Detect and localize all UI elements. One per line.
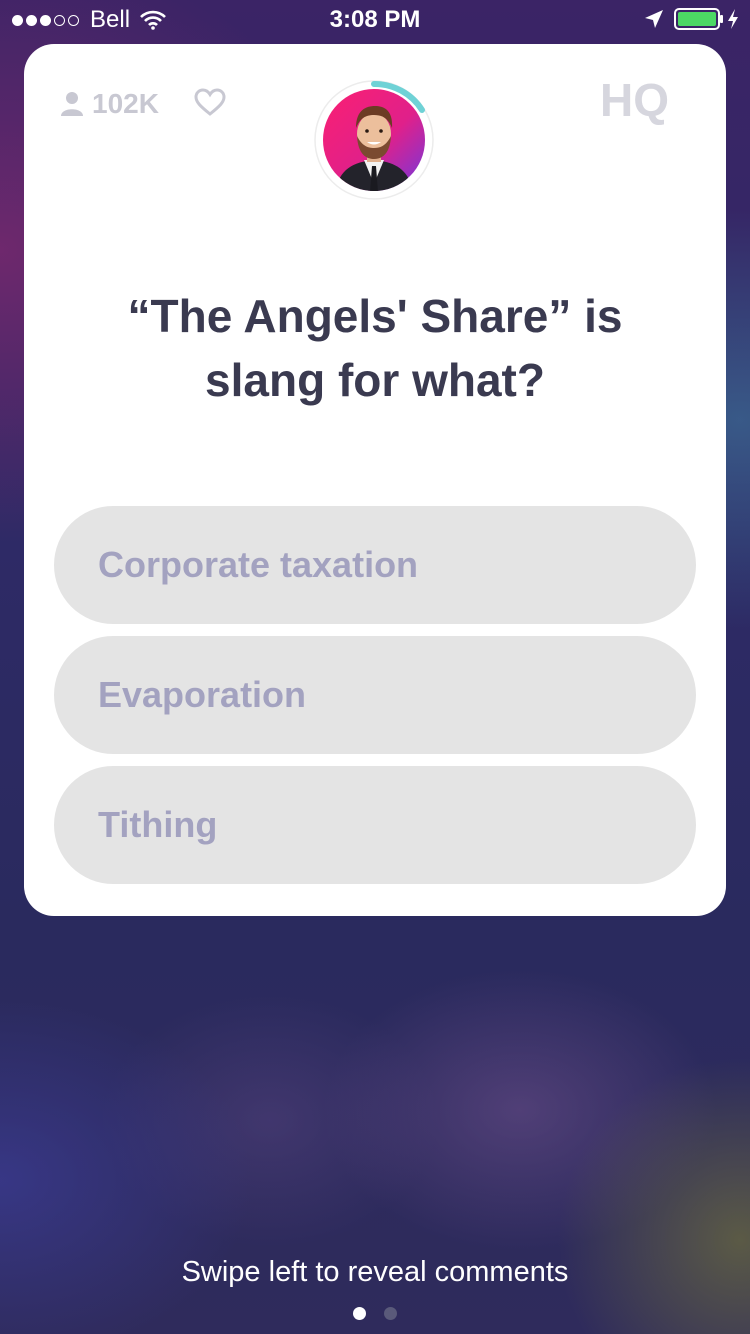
host-avatar	[314, 80, 434, 200]
page-dot-1[interactable]	[353, 1307, 366, 1320]
page-dot-2[interactable]	[384, 1307, 397, 1320]
hq-logo: HQ	[600, 74, 669, 126]
heart-icon[interactable]	[194, 88, 226, 116]
status-time: 3:08 PM	[329, 6, 421, 33]
status-right	[644, 8, 740, 30]
viewer-count-text: 102K	[92, 88, 159, 119]
battery-icon	[674, 8, 723, 30]
location-arrow-icon	[645, 10, 663, 28]
bolt-icon	[728, 9, 738, 29]
page-indicator[interactable]	[0, 1307, 750, 1320]
question-card: 102K HQ “The Angels' Share” is slang for…	[24, 44, 726, 916]
answer-option-2[interactable]: Evaporation	[54, 636, 696, 754]
status-bar: Bell 3:08 PM	[0, 0, 750, 40]
answer-option-3[interactable]: Tithing	[54, 766, 696, 884]
viewer-count: 102K	[60, 88, 159, 120]
svg-text:HQ: HQ	[600, 74, 669, 126]
person-icon	[61, 92, 83, 116]
question-text: “The Angels' Share” is slang for what?	[127, 290, 623, 406]
answer-option-1[interactable]: Corporate taxation	[54, 506, 696, 624]
swipe-hint-text: Swipe left to reveal comments	[181, 1256, 569, 1288]
answer-list: Corporate taxation Evaporation Tithing	[54, 506, 696, 896]
